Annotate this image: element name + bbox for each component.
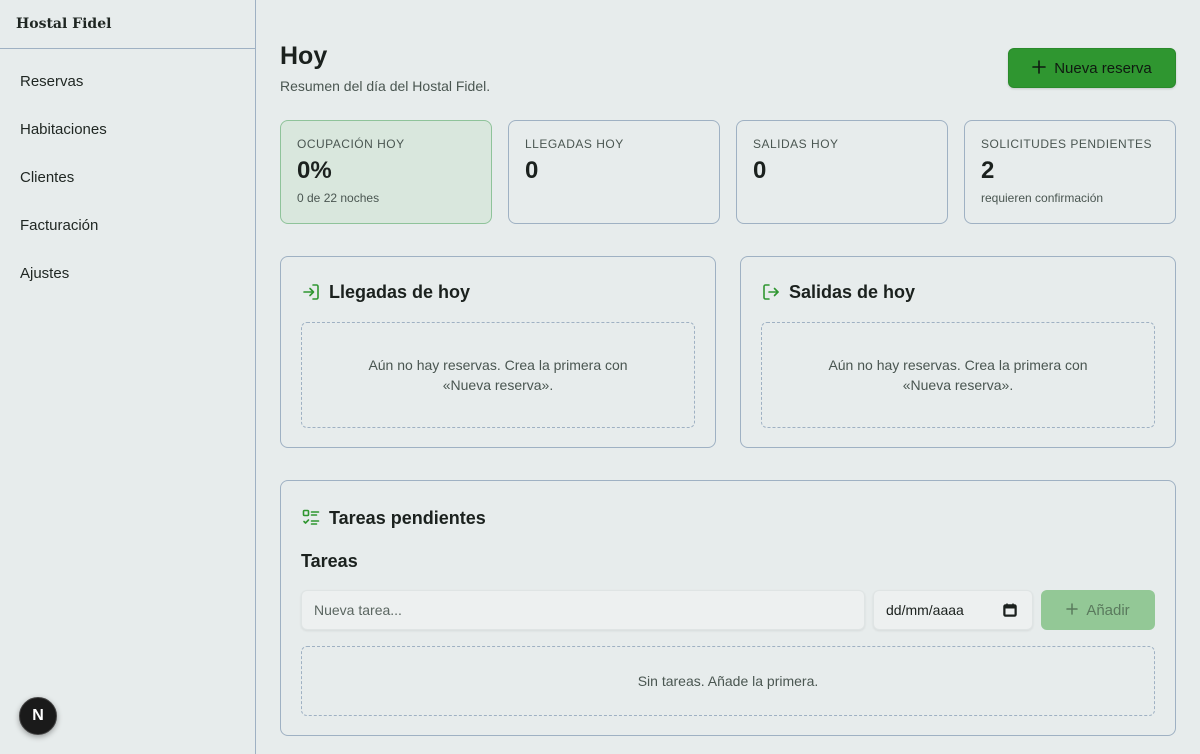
- plus-icon: [1032, 59, 1047, 77]
- panel-header: Llegadas de hoy: [301, 277, 695, 307]
- stat-sub: requieren confirmación: [981, 191, 1104, 205]
- tasks-panel: Tareas pendientes Tareas dd/mm/aaaa: [280, 480, 1176, 736]
- new-booking-label: Nueva reserva: [1054, 59, 1152, 77]
- stat-label: LLEGADAS HOY: [525, 137, 624, 151]
- stat-label: OCUPACIÓN HOY: [297, 137, 405, 151]
- sidebar-item-clientes[interactable]: Clientes: [0, 153, 255, 201]
- arrivals-title: Llegadas de hoy: [329, 281, 471, 302]
- checklist-icon: [301, 508, 321, 528]
- task-date-input[interactable]: dd/mm/aaaa: [873, 590, 1033, 630]
- date-placeholder: dd/mm/aaaa: [886, 602, 964, 618]
- stat-value: 0: [525, 157, 539, 184]
- brand-name: Hostal Fidel: [0, 0, 255, 49]
- stat-card-pending-requests: SOLICITUDES PENDIENTES 2 requieren confi…: [964, 120, 1176, 224]
- stat-card-departures: SALIDAS HOY 0: [736, 120, 948, 224]
- stats-row: OCUPACIÓN HOY 0% 0 de 22 noches LLEGADAS…: [280, 120, 1176, 224]
- page-title: Hoy: [280, 42, 328, 70]
- arrivals-departures-row: Llegadas de hoy Aún no hay reservas. Cre…: [280, 256, 1176, 448]
- sidebar-item-ajustes[interactable]: Ajustes: [0, 249, 255, 297]
- stat-value: 0: [753, 157, 767, 184]
- new-task-input[interactable]: [301, 590, 865, 630]
- stat-value: 2: [981, 157, 995, 184]
- sidebar-item-habitaciones[interactable]: Habitaciones: [0, 105, 255, 153]
- departures-title: Salidas de hoy: [789, 281, 916, 302]
- stat-label: SOLICITUDES PENDIENTES: [981, 137, 1153, 151]
- dev-tools-badge[interactable]: N: [19, 697, 57, 735]
- app-root: Hostal Fidel Reservas Habitaciones Clien…: [0, 0, 1200, 754]
- page-subtitle: Resumen del día del Hostal Fidel.: [280, 78, 491, 94]
- calendar-icon[interactable]: [1000, 600, 1020, 620]
- task-form: dd/mm/aaaa Añadir: [301, 590, 1155, 630]
- badge-letter: N: [32, 707, 44, 724]
- main-content: Hoy Resumen del día del Hostal Fidel. Nu…: [256, 0, 1200, 754]
- stat-card-arrivals: LLEGADAS HOY 0: [508, 120, 720, 224]
- add-task-button[interactable]: Añadir: [1041, 590, 1155, 630]
- tasks-title: Tareas pendientes: [329, 507, 486, 528]
- arrivals-empty-state: Aún no hay reservas. Crea la primera con…: [301, 322, 695, 428]
- log-out-icon: [761, 282, 781, 302]
- plus-icon: [1066, 602, 1079, 619]
- departures-empty-state: Aún no hay reservas. Crea la primera con…: [761, 322, 1155, 428]
- stat-sub: 0 de 22 noches: [297, 191, 380, 205]
- sidebar-nav: Reservas Habitaciones Clientes Facturaci…: [0, 49, 255, 297]
- new-booking-button[interactable]: Nueva reserva: [1008, 48, 1176, 88]
- departures-panel: Salidas de hoy Aún no hay reservas. Crea…: [740, 256, 1176, 448]
- sidebar-item-facturacion[interactable]: Facturación: [0, 201, 255, 249]
- stat-value: 0%: [297, 157, 332, 184]
- panel-header: Salidas de hoy: [761, 277, 1155, 307]
- log-in-icon: [301, 282, 321, 302]
- page-header: Hoy Resumen del día del Hostal Fidel. Nu…: [280, 0, 1176, 120]
- sidebar: Hostal Fidel Reservas Habitaciones Clien…: [0, 0, 256, 754]
- stat-label: SALIDAS HOY: [753, 137, 839, 151]
- add-task-label: Añadir: [1086, 601, 1130, 619]
- stat-card-occupancy: OCUPACIÓN HOY 0% 0 de 22 noches: [280, 120, 492, 224]
- sidebar-item-reservas[interactable]: Reservas: [0, 57, 255, 105]
- panel-header: Tareas pendientes: [301, 503, 1155, 533]
- tasks-empty-state: Sin tareas. Añade la primera.: [301, 646, 1155, 716]
- arrivals-panel: Llegadas de hoy Aún no hay reservas. Cre…: [280, 256, 716, 448]
- tasks-subtitle: Tareas: [301, 551, 358, 571]
